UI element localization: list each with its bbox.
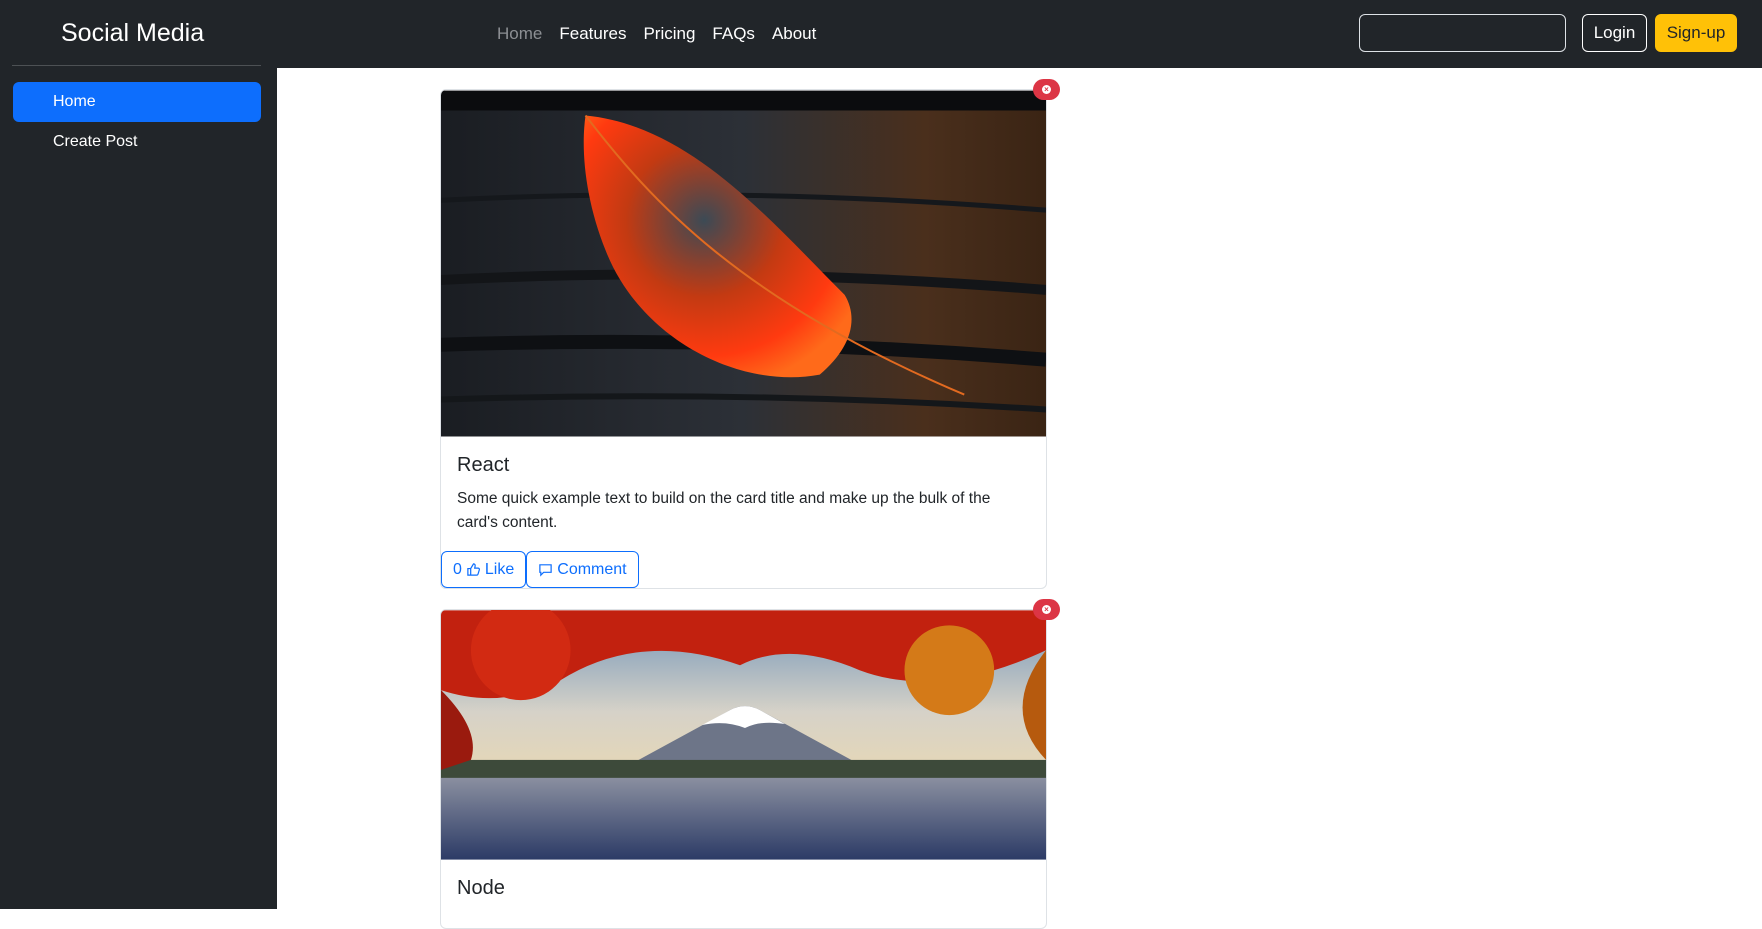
nav-pricing[interactable]: Pricing [643, 22, 695, 46]
brand-title[interactable]: Social Media [61, 17, 204, 49]
top-navbar: Social Media Home Features Pricing FAQs … [0, 0, 1762, 68]
login-button[interactable]: Login [1582, 14, 1647, 52]
delete-post-button[interactable]: × [1033, 79, 1060, 100]
post-card-body: React Some quick example text to build o… [441, 437, 1046, 535]
post-card: React Some quick example text to build o… [440, 89, 1047, 589]
comment-icon [539, 564, 552, 577]
thumbs-up-icon [467, 563, 480, 576]
close-icon: × [1042, 85, 1051, 94]
post-card: Node [440, 609, 1047, 929]
signup-button[interactable]: Sign-up [1655, 14, 1737, 52]
sidebar-item-home[interactable]: Home [13, 82, 261, 122]
nav-home[interactable]: Home [497, 22, 542, 46]
post-text: Some quick example text to build on the … [457, 490, 991, 531]
main-nav: Home Features Pricing FAQs About [497, 22, 816, 46]
nav-features[interactable]: Features [559, 22, 626, 46]
nav-about[interactable]: About [772, 22, 816, 46]
post-image-leaf [441, 90, 1046, 437]
sidebar: Home Create Post [0, 65, 277, 909]
like-label: Like [484, 560, 515, 578]
close-icon: × [1042, 605, 1051, 614]
sidebar-divider [12, 65, 261, 66]
comment-label: Comment [557, 560, 627, 578]
post-image-mountain [441, 610, 1046, 860]
post-actions: 0 Like Comment [441, 551, 1046, 588]
like-button[interactable]: 0 Like [441, 551, 527, 588]
nav-faqs[interactable]: FAQs [712, 22, 755, 46]
delete-post-button[interactable]: × [1033, 599, 1060, 620]
like-count: 0 [453, 560, 462, 578]
post-card-body: Node [441, 860, 1046, 900]
search-input[interactable] [1359, 14, 1566, 52]
sidebar-item-create-post[interactable]: Create Post [13, 122, 261, 162]
post-title: Node [457, 877, 505, 899]
post-title: React [457, 454, 510, 476]
comment-button[interactable]: Comment [526, 551, 639, 588]
